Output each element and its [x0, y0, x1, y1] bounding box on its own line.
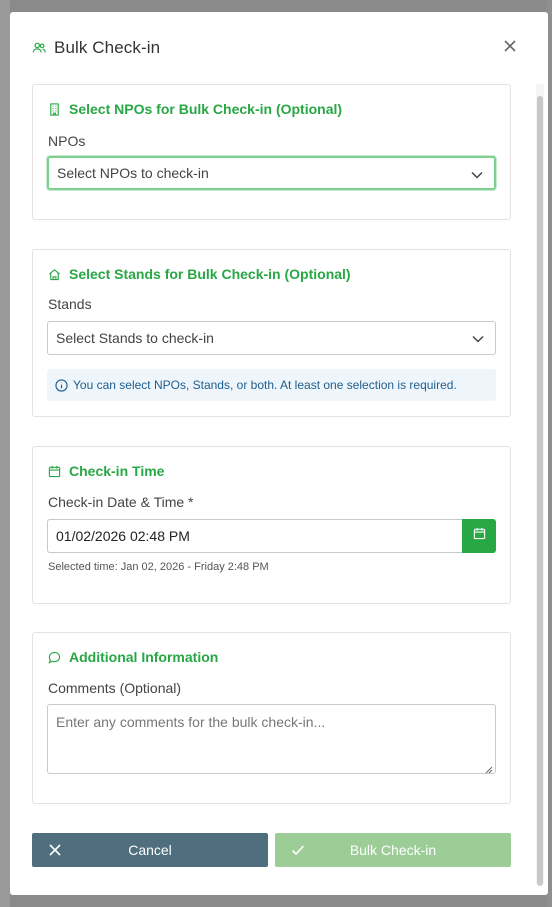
- checkmark-icon: [291, 843, 305, 857]
- comments-label: Comments (Optional): [48, 680, 182, 696]
- modal-scrollbar[interactable]: [536, 84, 544, 886]
- resize-grip-icon[interactable]: [483, 761, 493, 774]
- stands-select-placeholder: Select Stands to check-in: [56, 330, 214, 346]
- additional-info-title: Additional Information: [48, 649, 218, 665]
- scrollbar-thumb[interactable]: [537, 96, 543, 886]
- chevron-down-icon: [470, 168, 484, 180]
- npo-section-title: Select NPOs for Bulk Check-in (Optional): [48, 101, 342, 117]
- chat-bubble-icon: [48, 651, 61, 664]
- stands-label: Stands: [48, 296, 92, 312]
- npos-label: NPOs: [48, 133, 86, 149]
- modal-header: Bulk Check-in: [10, 12, 548, 84]
- calendar-picker-button[interactable]: [462, 519, 496, 553]
- building-icon: [48, 102, 61, 116]
- additional-info-section: Additional Information Comments (Optiona…: [32, 632, 511, 804]
- selection-info-note: You can select NPOs, Stands, or both. At…: [47, 369, 496, 401]
- checkin-time-section: Check-in Time Check-in Date & Time * 01/…: [32, 446, 511, 604]
- stands-select[interactable]: Select Stands to check-in: [47, 321, 496, 355]
- comments-placeholder: Enter any comments for the bulk check-in…: [56, 714, 326, 730]
- selected-time-text: Selected time: Jan 02, 2026 - Friday 2:4…: [48, 561, 269, 573]
- stands-section-title: Select Stands for Bulk Check-in (Optiona…: [48, 266, 351, 282]
- bulk-checkin-button-label: Bulk Check-in: [349, 842, 437, 858]
- stands-section: Select Stands for Bulk Check-in (Optiona…: [32, 249, 511, 417]
- close-icon[interactable]: [502, 38, 518, 54]
- background-page-left: [0, 0, 10, 907]
- cancel-button[interactable]: Cancel: [32, 833, 268, 867]
- bulk-checkin-modal: Bulk Check-in Select NPOs for Bulk Check…: [10, 12, 548, 895]
- bulk-checkin-button[interactable]: Bulk Check-in: [275, 833, 511, 867]
- comments-textarea[interactable]: Enter any comments for the bulk check-in…: [47, 704, 496, 774]
- home-icon: [48, 268, 61, 281]
- checkin-datetime-label: Check-in Date & Time *: [48, 494, 194, 510]
- npo-section: Select NPOs for Bulk Check-in (Optional)…: [32, 84, 511, 220]
- checkin-datetime-input[interactable]: 01/02/2026 02:48 PM: [47, 519, 462, 553]
- checkin-datetime-field: 01/02/2026 02:48 PM: [47, 519, 496, 553]
- calendar-icon: [473, 527, 486, 545]
- npos-select[interactable]: Select NPOs to check-in: [47, 156, 496, 190]
- modal-title: Bulk Check-in: [54, 38, 161, 57]
- checkin-time-title: Check-in Time: [48, 463, 164, 479]
- chevron-down-icon: [471, 332, 485, 344]
- calendar-icon: [48, 465, 61, 478]
- info-icon: [55, 378, 68, 392]
- cancel-button-label: Cancel: [128, 842, 172, 858]
- close-icon: [48, 843, 62, 857]
- users-icon: [32, 41, 46, 55]
- npos-select-placeholder: Select NPOs to check-in: [57, 165, 209, 181]
